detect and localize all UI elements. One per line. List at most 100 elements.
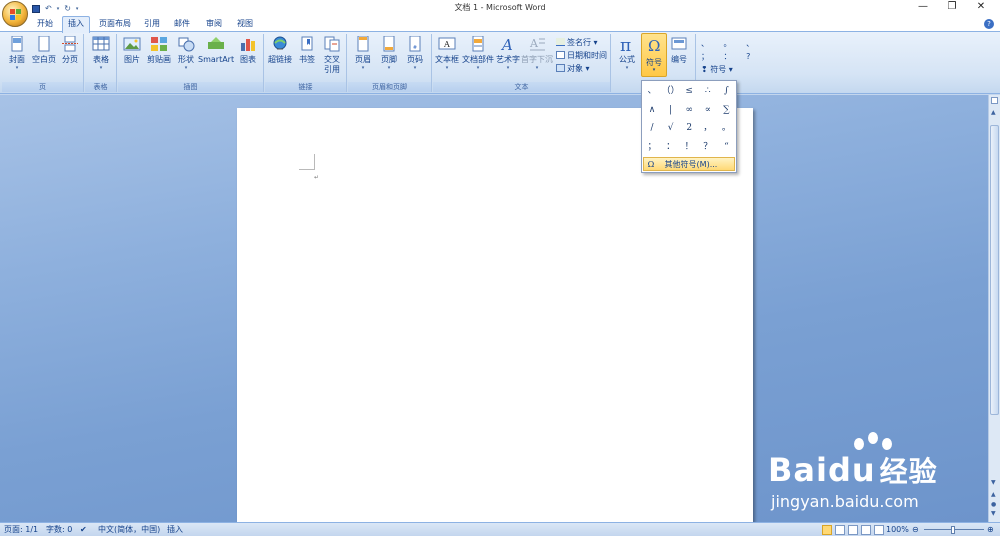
page-count[interactable]: 页面: 1/1 — [4, 524, 38, 536]
close-button[interactable]: ✕ — [970, 1, 992, 12]
tab-page-layout[interactable]: 页面布局 — [96, 17, 134, 32]
wordart-button[interactable]: A 艺术字 ▾ — [495, 36, 521, 80]
symbol-cell[interactable]: “ — [717, 138, 735, 156]
table-button[interactable]: 表格 ▾ — [87, 36, 115, 80]
smartart-icon — [208, 37, 224, 49]
chart-button[interactable]: 图表 — [235, 36, 261, 80]
maximize-button[interactable]: ❐ — [941, 1, 963, 12]
print-layout-view-icon[interactable] — [822, 525, 832, 535]
browse-object-icon[interactable]: ● — [991, 501, 996, 508]
word-count[interactable]: 字数: 0 — [46, 524, 72, 536]
hyperlink-button[interactable]: 超链接 — [266, 36, 294, 80]
insert-mode[interactable]: 插入 — [167, 524, 183, 536]
symbol-cell[interactable]: ∫ — [717, 82, 735, 100]
header-button[interactable]: 页眉 ▾ — [350, 36, 376, 80]
page-number-button[interactable]: # 页码 ▾ — [402, 36, 428, 80]
symbol-cell[interactable]: ≤ — [680, 82, 698, 100]
page-number-icon: # — [409, 36, 421, 52]
tab-review[interactable]: 审阅 — [200, 17, 228, 32]
wordart-icon: A — [500, 36, 513, 52]
symbol-cell[interactable]: ， — [699, 119, 717, 137]
symbol-button[interactable]: Ω 符号 ▾ — [641, 33, 667, 77]
header-icon — [357, 36, 369, 52]
omega-icon: Ω — [648, 37, 660, 53]
vertical-scroll-thumb[interactable] — [990, 125, 999, 415]
bookmark-button[interactable]: 书签 — [295, 36, 319, 80]
ruler-toggle-icon[interactable] — [991, 97, 998, 104]
text-box-button[interactable]: A 文本框 ▾ — [433, 36, 461, 80]
symbol-cell[interactable]: ∞ — [680, 101, 698, 119]
object-button[interactable]: 对象 ▾ — [556, 63, 590, 74]
symbol-cell[interactable]: ： — [662, 138, 680, 156]
signature-line-button[interactable]: 签名行 ▾ — [556, 37, 598, 48]
footer-button[interactable]: 页脚 ▾ — [376, 36, 402, 80]
svg-text:#: # — [413, 45, 417, 51]
office-button[interactable] — [2, 1, 28, 27]
clip-art-button[interactable]: 剪贴画 — [145, 36, 173, 80]
full-screen-reading-icon[interactable] — [835, 525, 845, 535]
proofing-icon[interactable]: ✔ — [80, 524, 87, 536]
special-symbols-row-2[interactable]: ； ： ? — [701, 51, 756, 62]
equation-button[interactable]: π 公式 ▾ — [614, 36, 640, 80]
special-symbols-row-1[interactable]: 、 。 、 — [701, 38, 760, 49]
symbol-cell[interactable]: ！ — [680, 138, 698, 156]
more-symbols-button[interactable]: Ω 其他符号(M)... — [643, 157, 735, 171]
svg-text:π: π — [620, 36, 631, 52]
page-break-button[interactable]: 分页 — [58, 36, 82, 80]
zoom-level[interactable]: 100% — [886, 524, 909, 536]
paragraph-mark-icon: ↵ — [314, 174, 320, 181]
scroll-up-icon[interactable]: ▲ — [991, 109, 996, 116]
previous-page-icon[interactable]: ▲ — [991, 491, 996, 498]
symbol-cell[interactable]: / — [643, 119, 661, 137]
symbol-cell[interactable]: ∧ — [643, 101, 661, 119]
symbol-cell[interactable]: ∴ — [699, 82, 717, 100]
symbol-cell[interactable]: ； — [643, 138, 661, 156]
symbol-cell[interactable]: 、 — [643, 82, 661, 100]
web-layout-icon[interactable] — [848, 525, 858, 535]
help-icon[interactable]: ? — [984, 19, 994, 29]
symbol-cell[interactable]: 。 — [717, 119, 735, 137]
date-time-button[interactable]: 日期和时间 — [556, 50, 607, 61]
zoom-in-icon[interactable]: ⊕ — [987, 524, 994, 536]
tab-view[interactable]: 视图 — [232, 17, 258, 32]
special-symbols-dropdown[interactable]: ❢ 符号 ▾ — [701, 64, 733, 75]
picture-button[interactable]: 图片 — [120, 36, 144, 80]
draft-view-icon[interactable] — [874, 525, 884, 535]
svg-text:A: A — [529, 37, 539, 50]
shapes-icon — [178, 37, 195, 52]
shapes-button[interactable]: 形状 ▾ — [174, 36, 198, 80]
symbol-cell[interactable]: | — [662, 101, 680, 119]
next-page-icon[interactable]: ▼ — [991, 510, 996, 517]
group-links: 超链接 书签 交叉 引用 链接 — [265, 34, 347, 92]
zoom-out-icon[interactable]: ⊖ — [912, 524, 919, 536]
symbol-cell[interactable]: ？ — [699, 138, 717, 156]
symbol-cell[interactable]: （） — [662, 82, 680, 100]
symbol-cell[interactable]: 2 — [680, 119, 698, 137]
outline-view-icon[interactable] — [861, 525, 871, 535]
minimize-button[interactable]: — — [912, 1, 934, 12]
tab-home[interactable]: 开始 — [32, 17, 58, 32]
drop-cap-button[interactable]: A 首字下沉 ▾ — [521, 36, 553, 80]
tab-references[interactable]: 引用 — [140, 17, 164, 32]
symbol-cell[interactable]: ∑ — [717, 101, 735, 119]
smartart-button[interactable]: SmartArt — [198, 36, 234, 80]
scroll-down-icon[interactable]: ▼ — [991, 479, 996, 486]
clip-art-icon — [151, 37, 167, 51]
svg-text:A: A — [443, 40, 450, 49]
page-break-icon — [62, 36, 78, 52]
language[interactable]: 中文(简体，中国) — [98, 524, 160, 536]
quick-parts-button[interactable]: 文档部件 ▾ — [461, 36, 495, 80]
baidu-logo-text: Baidu 经验 — [768, 451, 938, 489]
zoom-slider-thumb[interactable] — [951, 526, 955, 534]
cover-page-button[interactable]: 封面 ▾ — [4, 36, 30, 80]
symbol-cell[interactable]: ∝ — [699, 101, 717, 119]
tab-mailings[interactable]: 邮件 — [170, 17, 194, 32]
vertical-scrollbar[interactable]: ▲ ▼ ▲ ● ▼ — [988, 95, 1000, 522]
group-label-text: 文本 — [433, 82, 610, 92]
cross-reference-button[interactable]: 交叉 引用 — [319, 36, 345, 80]
group-illustrations: 图片 剪贴画 形状 ▾ SmartArt 图表 插图 — [118, 34, 264, 92]
tab-insert[interactable]: 插入 — [62, 16, 90, 33]
blank-page-button[interactable]: 空白页 — [30, 36, 58, 80]
symbol-cell[interactable]: √ — [662, 119, 680, 137]
numbering-button[interactable]: 编号 — [666, 36, 692, 80]
